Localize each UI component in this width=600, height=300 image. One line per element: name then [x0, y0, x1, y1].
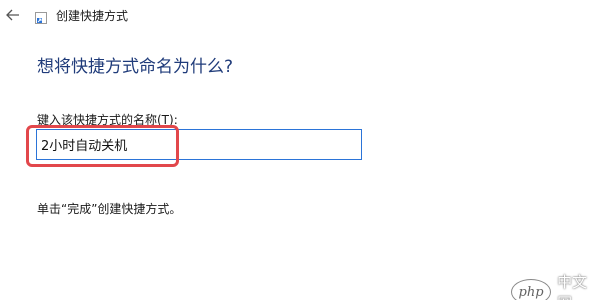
shortcut-app-icon: [35, 12, 47, 24]
back-button[interactable]: [2, 4, 24, 26]
watermark-text: 中文网: [557, 273, 588, 300]
back-arrow-icon: [6, 9, 19, 21]
shortcut-name-label: 键入该快捷方式的名称(T):: [37, 113, 178, 127]
page-heading: 想将快捷方式命名为什么?: [37, 57, 234, 77]
create-shortcut-dialog: 创建快捷方式 想将快捷方式命名为什么? 键入该快捷方式的名称(T): 单击“完成…: [0, 0, 600, 300]
watermark-logo: php: [511, 279, 552, 300]
finish-hint: 单击“完成”创建快捷方式。: [37, 202, 182, 216]
shortcut-name-input[interactable]: [36, 129, 362, 160]
watermark: php 中文网: [511, 271, 600, 300]
window-title: 创建快捷方式: [56, 9, 129, 23]
